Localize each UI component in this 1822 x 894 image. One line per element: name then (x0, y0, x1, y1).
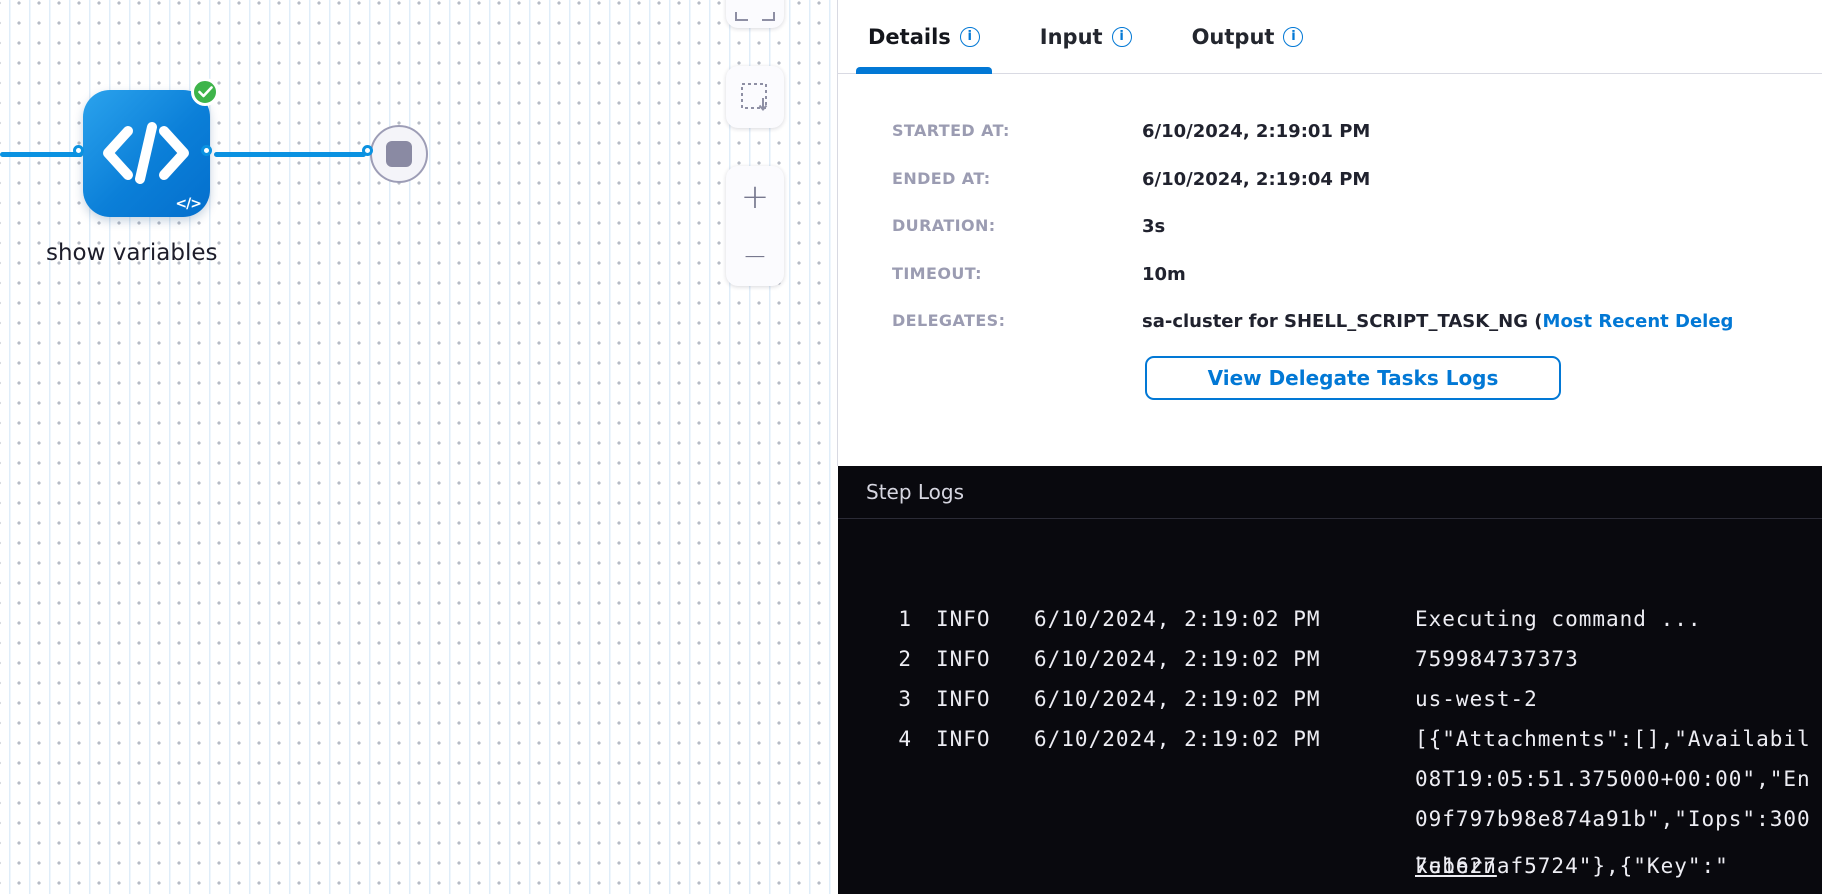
step-logs-console[interactable]: 1 INFO 6/10/2024, 2:19:02 PM Executing c… (838, 520, 1822, 894)
step-logs-panel: Step Logs 1 INFO 6/10/2024, 2:19:02 PM E… (838, 466, 1822, 894)
zoom-controls: + − (726, 166, 784, 286)
view-delegate-tasks-logs-button[interactable]: View Delegate Tasks Logs (1145, 356, 1561, 400)
detail-row-delegates: DELEGATES: sa-cluster for SHELL_SCRIPT_T… (838, 311, 1822, 339)
code-icon (100, 121, 192, 185)
marquee-select-icon (739, 81, 771, 113)
log-line-wrap: 09f797b98e874a91b","Iops":300 (838, 800, 1822, 840)
zoom-in-icon[interactable]: + (741, 180, 770, 214)
tab-details[interactable]: Details i (860, 0, 988, 73)
fit-view-button[interactable] (726, 0, 784, 28)
log-line-wrap: 08T19:05:51.375000+00:00","En (838, 760, 1822, 800)
info-icon[interactable]: i (1283, 27, 1303, 47)
details-tab-bar: Details i Input i Output i (838, 0, 1822, 74)
end-node-port[interactable] (362, 145, 373, 156)
log-line: 1 INFO 6/10/2024, 2:19:02 PM Executing c… (838, 600, 1822, 640)
info-icon[interactable]: i (960, 27, 980, 47)
stop-icon (386, 141, 412, 167)
pipeline-canvas[interactable]: </> show variables + − (0, 0, 837, 894)
log-link[interactable]: kubern (1415, 854, 1497, 878)
log-line-wrap: {"Key":"kubernetes.io/creat (838, 880, 1822, 894)
success-check-icon (191, 78, 219, 106)
log-line: 2 INFO 6/10/2024, 2:19:02 PM 75998473737… (838, 640, 1822, 680)
edge-to-end-node (214, 152, 366, 157)
tab-output[interactable]: Output i (1184, 0, 1312, 73)
most-recent-delegate-link[interactable]: Most Recent Deleg (1543, 311, 1734, 332)
tab-input[interactable]: Input i (1032, 0, 1140, 73)
step-node-label: show variables (46, 240, 306, 266)
node-port-out[interactable] (201, 145, 212, 156)
log-line-wrap: 7e1627af5724"},{"Key":"kubern (838, 840, 1822, 880)
log-line: 3 INFO 6/10/2024, 2:19:02 PM us-west-2 (838, 680, 1822, 720)
marquee-select-button[interactable] (726, 66, 784, 128)
step-logs-header: Step Logs (838, 466, 1822, 519)
log-line: 4 INFO 6/10/2024, 2:19:02 PM [{"Attachme… (838, 720, 1822, 760)
detail-row-ended-at: ENDED AT: 6/10/2024, 2:19:04 PM (838, 169, 1822, 197)
edge-incoming (0, 152, 83, 157)
end-node[interactable] (370, 125, 428, 183)
zoom-out-icon[interactable]: − (742, 242, 767, 272)
step-node-show-variables[interactable]: </> (83, 90, 210, 217)
pipeline-execution-view: </> show variables + − (0, 0, 1822, 894)
step-logs-title: Step Logs (866, 480, 964, 504)
expand-icon (735, 12, 775, 21)
step-details-panel: Details i Input i Output i STARTED AT: 6… (838, 0, 1822, 894)
shell-script-mini-icon: </> (175, 196, 201, 212)
info-icon[interactable]: i (1112, 27, 1132, 47)
detail-row-timeout: TIMEOUT: 10m (838, 264, 1822, 292)
detail-row-started-at: STARTED AT: 6/10/2024, 2:19:01 PM (838, 121, 1822, 149)
node-port-in[interactable] (73, 145, 84, 156)
detail-row-duration: DURATION: 3s (838, 216, 1822, 244)
